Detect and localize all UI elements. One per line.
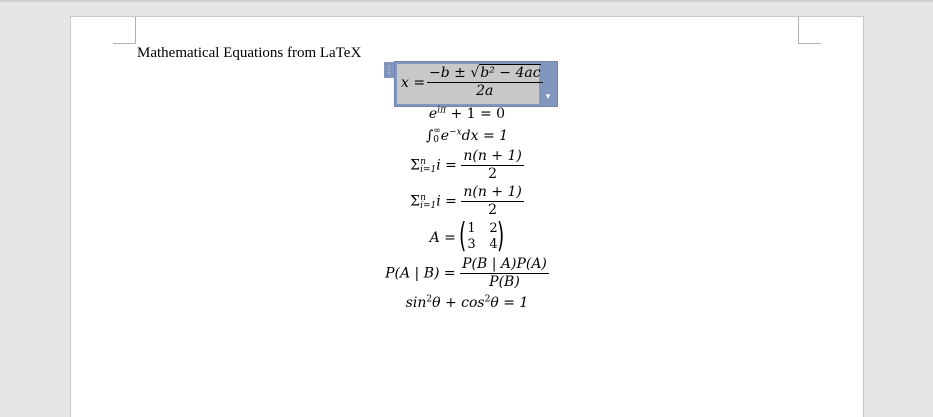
chevron-down-icon[interactable]: ▾ — [541, 90, 555, 104]
drag-handle-icon[interactable]: ⋮ — [384, 62, 394, 78]
matrix-equation[interactable]: A = ( 1 2 3 4 ) — [71, 216, 863, 256]
crop-mark-top-left-h — [113, 43, 136, 44]
trig-identity-equation[interactable]: sin2θ + cos2θ = 1 — [71, 295, 863, 311]
sum-equation-1[interactable]: Σn i=1 i = n(n + 1) 2 — [71, 148, 863, 183]
quadratic-lhs: x = — [401, 75, 426, 91]
crop-mark-top-left-v — [135, 17, 136, 43]
quadratic-equation[interactable]: x = −b ± √b² − 4ac 2a — [397, 64, 543, 104]
document-title[interactable]: Mathematical Equations from LaTeX — [137, 45, 361, 62]
sum-equation-2[interactable]: Σn i=1 i = n(n + 1) 2 — [71, 184, 863, 219]
quadratic-numerator: −b ± √b² − 4ac — [427, 64, 543, 83]
matrix: ( 1 2 3 4 ) — [459, 216, 505, 256]
crop-mark-top-right-v — [798, 17, 799, 43]
equation-selection-box[interactable]: ⋮ x = −b ± √b² − 4ac 2a ▾ — [384, 61, 558, 107]
document-page[interactable]: Mathematical Equations from LaTeX ⋮ x = … — [70, 16, 864, 417]
bayes-equation[interactable]: P(A | B) = P(B | A)P(A) P(B) — [71, 256, 863, 291]
crop-mark-top-right-h — [798, 43, 821, 44]
integral-equation[interactable]: ∫ ∞ 0 e−xdx = 1 — [71, 127, 863, 145]
euler-equation[interactable]: eiπ + 1 = 0 — [71, 106, 863, 122]
window-top-edge — [0, 0, 933, 2]
quadratic-fraction: −b ± √b² − 4ac 2a — [427, 64, 543, 100]
quadratic-denominator: 2a — [476, 83, 494, 99]
